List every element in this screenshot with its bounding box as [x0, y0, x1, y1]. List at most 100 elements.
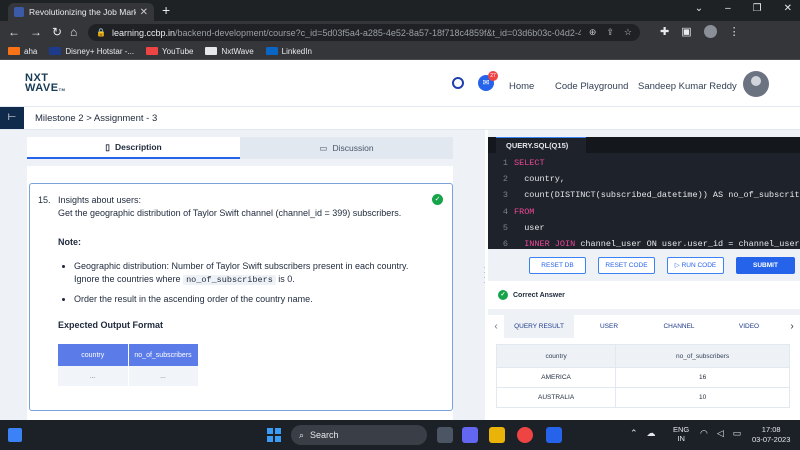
sidebar-toggle-icon[interactable]: ⊢ [0, 107, 24, 129]
wifi-icon[interactable]: ◠ [700, 428, 708, 439]
reload-icon[interactable]: ↻ [52, 25, 62, 39]
breadcrumb[interactable]: Milestone 2 > Assignment - 3 [35, 113, 157, 124]
pane-resize-handle[interactable]: · · · · [483, 264, 486, 287]
sql-text: count(DISTINCT(subscribed_datetime)) AS … [514, 190, 800, 201]
query-result-panel[interactable]: country no_of_subscribers AMERICA 16 AUS… [488, 338, 800, 420]
lock-icon[interactable]: 🔒 [96, 28, 106, 37]
nav-home[interactable]: Home [509, 81, 534, 92]
teams-icon[interactable] [462, 427, 478, 443]
table-row: AMERICA 16 [495, 367, 790, 388]
bookmark-aha[interactable]: aha [8, 47, 37, 56]
tab-user[interactable]: USER [574, 315, 644, 338]
user-avatar[interactable] [743, 71, 769, 97]
tab-video[interactable]: VIDEO [714, 315, 784, 338]
bookmark-linkedin[interactable]: LinkedIn [265, 46, 312, 56]
nxtwave-logo[interactable]: NXT WAVETM [25, 73, 65, 95]
tab-description[interactable]: ▯ Description [27, 137, 240, 159]
code-editor[interactable]: QUERY.SQL(Q15) 1 SELECT 2 country, 3 coun… [488, 137, 800, 249]
table-cell: 10 [615, 387, 790, 408]
weather-icon[interactable]: ☁ [647, 428, 656, 439]
chevron-right-icon[interactable]: › [784, 321, 800, 332]
user-name[interactable]: Sandeep Kumar Reddy [638, 81, 737, 92]
inline-code: no_of_subscribers [183, 275, 276, 285]
bullet-text: is 0. [275, 274, 295, 284]
right-pane: QUERY.SQL(Q15) 1 SELECT 2 country, 3 coun… [488, 130, 800, 420]
tab-label: Discussion [332, 143, 374, 153]
close-window-icon[interactable]: ✕ [784, 3, 792, 14]
profile-avatar[interactable] [703, 25, 717, 38]
reset-code-button[interactable]: RESET CODE [598, 257, 655, 274]
table-row: AUSTRALIA 10 [495, 387, 790, 408]
menu-icon[interactable]: ⋮ [729, 25, 740, 38]
tab-channel[interactable]: CHANNEL [644, 315, 714, 338]
zoom-icon[interactable]: ⊕ [589, 27, 597, 38]
bookmark-hotstar[interactable]: Disney+ Hotstar -... [49, 47, 134, 56]
nav-code-playground[interactable]: Code Playground [555, 81, 628, 92]
home-icon[interactable]: ⌂ [70, 25, 77, 39]
bookmark-nxtwave[interactable]: NxtWave [205, 47, 254, 56]
language-indicator[interactable]: ENG IN [673, 425, 689, 443]
address-row: ← → ↻ ⌂ 🔒 learning.ccbp.in /backend-deve… [0, 21, 800, 43]
tab-search-icon[interactable]: ⌄ [695, 3, 703, 14]
logo-line2: WAVE [25, 82, 59, 94]
editor-file-tab[interactable]: QUERY.SQL(Q15) [496, 137, 586, 153]
editor-actions: RESET DB RESET CODE ▷ RUN CODE SUBMIT [488, 257, 800, 275]
submit-button[interactable]: SUBMIT [736, 257, 795, 274]
sql-text: user [514, 222, 545, 233]
task-view-icon[interactable] [437, 427, 453, 443]
chrome-icon[interactable] [517, 427, 533, 443]
sql-keyword: FROM [514, 206, 535, 217]
line-number: 5 [502, 222, 508, 233]
restore-icon[interactable]: ❐ [753, 3, 762, 14]
volume-icon[interactable]: ◁ [717, 428, 724, 439]
code-line: 5 user [488, 220, 800, 236]
code-line: 6 INNER JOIN channel_user ON user.user_i… [488, 236, 800, 249]
bookmark-youtube[interactable]: YouTube [146, 47, 193, 56]
battery-icon[interactable]: ▭ [733, 428, 742, 439]
query-result-table: country no_of_subscribers AMERICA 16 AUS… [495, 344, 790, 408]
url-domain: learning.ccbp.in [111, 27, 176, 38]
file-explorer-icon[interactable] [489, 427, 505, 443]
table-cell: ... [128, 366, 199, 386]
window-controls: ⌄ – ❐ ✕ [695, 3, 792, 14]
back-icon[interactable]: ← [8, 25, 20, 39]
tab-title: Revolutionizing the Job Market | N [29, 7, 136, 17]
clock-time: 17:08 [761, 425, 781, 434]
minimize-icon[interactable]: – [725, 3, 731, 14]
extensions-icon[interactable]: ✚ [660, 25, 669, 38]
result-tabs: ‹ QUERY RESULT USER CHANNEL VIDEO › [488, 315, 800, 338]
table-cell: AUSTRALIA [495, 387, 617, 408]
forward-icon[interactable]: → [30, 25, 42, 39]
browser-tab[interactable]: Revolutionizing the Job Market | N ✕ [8, 3, 154, 21]
clock[interactable]: 17:08 03-07-2023 [752, 425, 790, 445]
search-icon: ⌕ [299, 429, 305, 440]
close-tab-icon[interactable]: ✕ [140, 7, 148, 18]
address-bar[interactable]: 🔒 learning.ccbp.in /backend-development/… [88, 24, 640, 41]
extension-icons: ✚ ▣ ⋮ [660, 25, 740, 38]
chevron-left-icon[interactable]: ‹ [488, 321, 504, 332]
code-area[interactable]: 1 SELECT 2 country, 3 count(DISTINCT(subs… [488, 155, 800, 249]
nxtwave-icon [205, 47, 218, 55]
sidepanel-icon[interactable]: ▣ [681, 25, 691, 38]
start-icon[interactable] [267, 428, 281, 442]
reset-db-button[interactable]: RESET DB [529, 257, 586, 274]
description-scroll-area[interactable]: 15. Insights about users: Get the geogra… [27, 166, 453, 420]
chevron-up-icon[interactable]: ⌃ [630, 428, 638, 439]
bookmark-star-icon[interactable]: ☆ [624, 27, 632, 38]
site-header: NXT WAVETM ✉ 27 Home Code Playground San… [0, 60, 800, 107]
tab-query-result[interactable]: QUERY RESULT [504, 315, 574, 338]
share-icon[interactable]: ⇪ [606, 27, 614, 38]
new-tab-icon[interactable]: + [162, 2, 170, 18]
widgets-icon[interactable] [8, 428, 22, 442]
bookmark-label: LinkedIn [281, 46, 312, 56]
sql-text: channel_user ON user.user_id = channel_u… [575, 239, 800, 249]
run-code-button[interactable]: ▷ RUN CODE [667, 257, 724, 274]
line-number: 3 [502, 190, 508, 201]
timer-icon[interactable] [452, 77, 464, 89]
question-title: Insights about users: [58, 195, 142, 205]
tab-discussion[interactable]: ▭ Discussion [240, 137, 453, 159]
app-icon[interactable] [546, 427, 562, 443]
result-status-text: Correct Answer [513, 291, 565, 299]
taskbar-search[interactable]: ⌕ Search [291, 425, 427, 445]
bookmark-label: YouTube [162, 46, 194, 56]
